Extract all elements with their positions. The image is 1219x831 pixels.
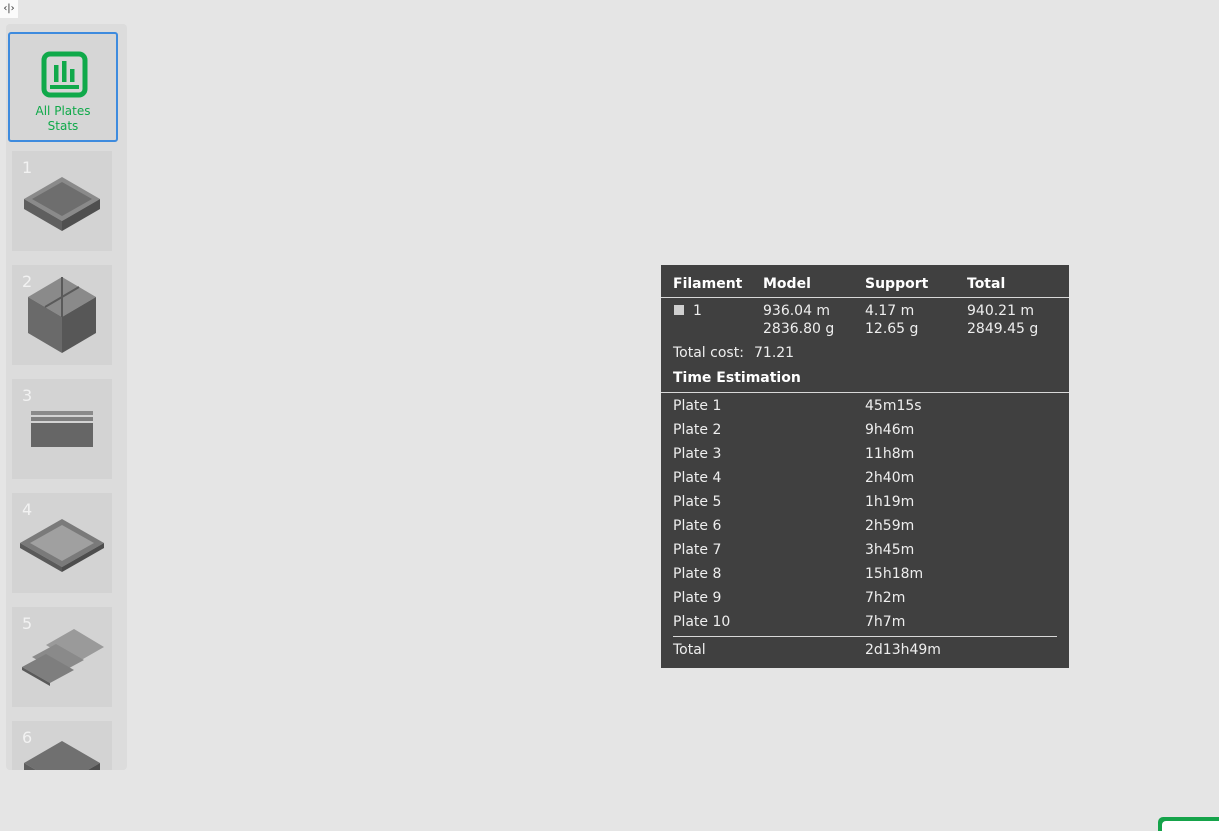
plate-time-name: Plate 5 [673, 494, 722, 510]
plate-time-name: Plate 4 [673, 470, 722, 486]
plate-number: 6 [22, 728, 33, 747]
plate-number: 3 [22, 386, 33, 405]
plate-time-value: 3h45m [865, 542, 915, 558]
plate-time-value: 7h2m [865, 590, 906, 606]
plates-statistics-panel: Filament Model Support Total 1 936.04 m … [661, 265, 1069, 668]
plate-time-value: 9h46m [865, 422, 915, 438]
plate-time-name: Plate 2 [673, 422, 722, 438]
plate-thumbnail-4[interactable]: 4 [12, 493, 112, 593]
plate-time-name: Plate 3 [673, 446, 722, 462]
all-plates-stats-card[interactable]: All Plates Stats [8, 32, 118, 142]
total-length: 940.21 m [967, 303, 1035, 319]
support-length: 4.17 m [865, 303, 915, 319]
plate-time-value: 2h59m [865, 518, 915, 534]
plate-time-name: Plate 7 [673, 542, 722, 558]
model-length: 936.04 m [763, 303, 831, 319]
header-divider [661, 297, 1069, 298]
plate-time-value: 45m15s [865, 398, 922, 414]
plate-thumbnail-6[interactable]: 6 [12, 721, 112, 770]
plate-number: 5 [22, 614, 33, 633]
collapse-sidebar-button[interactable]: ‹|› [0, 0, 18, 18]
plate-time-name: Plate 8 [673, 566, 722, 582]
time-estimation-title: Time Estimation [673, 370, 801, 386]
header-filament: Filament [673, 276, 743, 292]
plate-thumbnail-3[interactable]: 3 [12, 379, 112, 479]
filament-id: 1 [693, 303, 702, 319]
header-model: Model [763, 276, 811, 292]
plate-thumbnail-5[interactable]: 5 [12, 607, 112, 707]
plate-time-value: 11h8m [865, 446, 915, 462]
plate-number: 4 [22, 500, 33, 519]
filament-color-swatch [674, 305, 684, 315]
plate-time-value: 15h18m [865, 566, 924, 582]
plate-time-value: 7h7m [865, 614, 906, 630]
plate-time-name: Plate 9 [673, 590, 722, 606]
total-weight: 2849.45 g [967, 321, 1039, 337]
plate-time-name: Plate 6 [673, 518, 722, 534]
header-total: Total [967, 276, 1006, 292]
bar-chart-icon [41, 51, 88, 98]
plate-thumbnail-1[interactable]: 1 [12, 151, 112, 251]
plate-time-name: Plate 10 [673, 614, 731, 630]
plate-thumbnail-2[interactable]: 2 [12, 265, 112, 365]
plate-number: 2 [22, 272, 33, 291]
support-weight: 12.65 g [865, 321, 919, 337]
model-weight: 2836.80 g [763, 321, 835, 337]
plate-time-value: 1h19m [865, 494, 915, 510]
total-divider [673, 636, 1057, 637]
plate-time-value: 2h40m [865, 470, 915, 486]
total-time-value: 2d13h49m [865, 642, 941, 658]
all-plates-stats-label: All Plates Stats [35, 104, 91, 133]
total-time-label: Total [673, 642, 706, 658]
total-cost-value: 71.21 [754, 345, 795, 361]
corner-tab-inner [1162, 821, 1219, 831]
plate-sidebar: All Plates Stats 1 2 3 4 5 6 [6, 24, 127, 770]
total-cost-label: Total cost: [673, 345, 744, 361]
plate-time-name: Plate 1 [673, 398, 722, 414]
header-support: Support [865, 276, 929, 292]
time-divider [661, 392, 1069, 393]
plate-number: 1 [22, 158, 33, 177]
